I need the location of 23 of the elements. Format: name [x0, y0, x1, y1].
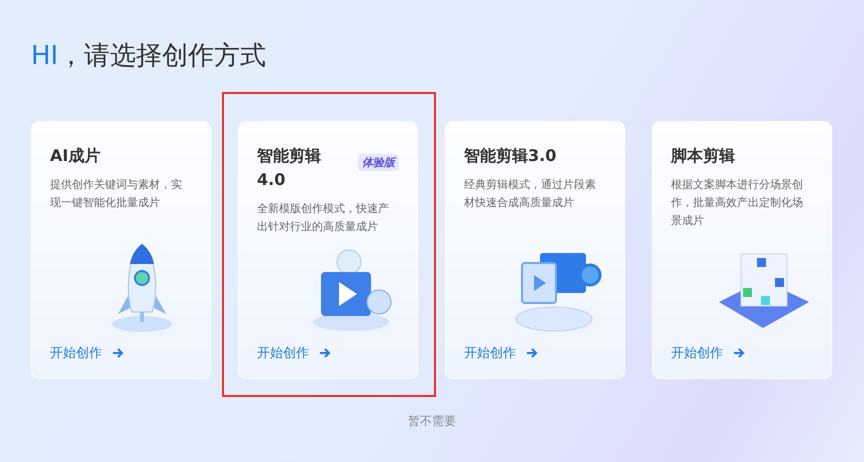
- start-create-link[interactable]: 开始创作: [464, 344, 538, 362]
- card-description: 全新模版创作模式，快速产出针对行业的高质量成片: [257, 201, 390, 235]
- start-create-link[interactable]: 开始创作: [50, 344, 124, 362]
- card-title: 脚本剪辑: [671, 145, 735, 167]
- card-description: 经典剪辑模式，通过片段素材快速合成高质量成片: [464, 177, 597, 211]
- arrow-right-icon: [733, 348, 745, 358]
- page-heading: HI，请选择创作方式: [31, 40, 268, 73]
- card-description: 提供创作关键词与素材，实现一键智能化批量成片: [50, 177, 183, 211]
- card-description: 根据文案脚本进行分场景创作，批量高效产出定制化场景成片: [671, 177, 804, 229]
- card-title: 智能剪辑4.0: [257, 145, 322, 191]
- arrow-right-icon: [319, 348, 331, 358]
- option-card[interactable]: 智能剪辑4.0 体验版 全新模版创作模式，快速产出针对行业的高质量成片 开始创作: [238, 121, 418, 379]
- card-title: 智能剪辑3.0: [464, 145, 556, 167]
- option-card[interactable]: 脚本剪辑 根据文案脚本进行分场景创作，批量高效产出定制化场景成片 开始创作: [652, 121, 832, 379]
- arrow-right-icon: [112, 348, 124, 358]
- option-card[interactable]: AI成片 提供创作关键词与素材，实现一键智能化批量成片 开始创作: [31, 121, 211, 379]
- arrow-right-icon: [526, 348, 538, 358]
- start-create-link[interactable]: 开始创作: [671, 344, 745, 362]
- trial-badge: 体验版: [358, 154, 399, 171]
- start-create-link[interactable]: 开始创作: [257, 344, 331, 362]
- card-title: AI成片: [50, 145, 100, 167]
- skip-link[interactable]: 暂不需要: [408, 413, 456, 430]
- option-card[interactable]: 智能剪辑3.0 经典剪辑模式，通过片段素材快速合成高质量成片 开始创作: [445, 121, 625, 379]
